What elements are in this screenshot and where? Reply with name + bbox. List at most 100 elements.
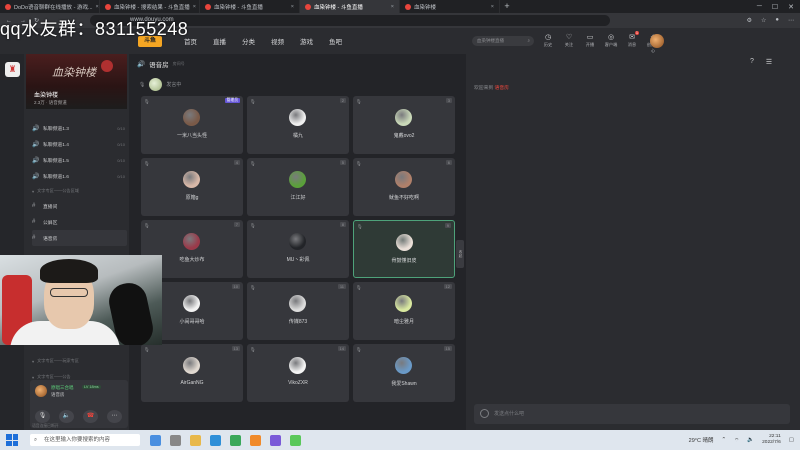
avatar[interactable]: [289, 171, 306, 188]
wechat-icon[interactable]: [290, 434, 301, 446]
avatar[interactable]: [289, 295, 306, 312]
maximize-icon[interactable]: ☐: [772, 3, 778, 11]
avatar[interactable]: [183, 171, 200, 188]
seat-card[interactable]: 🎙 9 骨鼓懂旧皮: [353, 220, 455, 278]
history-button[interactable]: ◷ 历史: [540, 33, 556, 54]
app-icon[interactable]: [170, 434, 181, 446]
avatar[interactable]: [183, 233, 200, 250]
collapse-chat-handle[interactable]: 收起: [456, 240, 464, 268]
new-tab-button[interactable]: +: [500, 0, 514, 13]
browser-tab[interactable]: 血染钟楼 - 搜索结果 - 斗鱼直播 ×: [100, 0, 200, 13]
browser-tab[interactable]: 血染钟楼 ×: [400, 0, 500, 13]
favorites-icon[interactable]: ☆: [761, 17, 766, 24]
channel-item[interactable]: 🔊 私聊频道1.4 0/10: [32, 136, 127, 152]
app-icon[interactable]: [150, 434, 161, 446]
network-icon[interactable]: ⌔: [734, 437, 739, 444]
avatar[interactable]: [395, 171, 412, 188]
channel-item[interactable]: 🔊 私聊频道1.6 0/10: [32, 168, 127, 184]
clock[interactable]: 22:11 2022/7/6: [762, 434, 781, 446]
close-icon[interactable]: ✕: [788, 3, 794, 11]
seat-card[interactable]: 🎙 12 暗尘雅月: [353, 282, 455, 340]
close-icon[interactable]: ×: [391, 4, 394, 10]
nav-category[interactable]: 分类: [242, 36, 255, 46]
seat-card[interactable]: 🎙 13 AirGanNG: [141, 344, 243, 402]
seat-user-name: VikoZXR: [288, 380, 308, 386]
voice-user-panel: 原唱三合唱 LV 18ms 语音房 🎙 🔈 ☎ ⋯: [30, 380, 128, 428]
nav-video[interactable]: 视频: [271, 36, 284, 46]
avatar[interactable]: [183, 109, 200, 126]
seat-card[interactable]: 🎙 管理员 一米八当头怪: [141, 96, 243, 154]
broadcast-button[interactable]: ▭ 开播: [582, 33, 598, 54]
microphone-button[interactable]: 🎙: [35, 410, 50, 423]
nav-games[interactable]: 游戏: [300, 36, 313, 46]
browser-tab[interactable]: DoDo语音聊群在线播放 - 游戏... ×: [0, 0, 100, 13]
nav-live[interactable]: 直播: [213, 36, 226, 46]
browser-tab[interactable]: 血染钟楼 - 斗鱼直播 ×: [200, 0, 300, 13]
close-icon[interactable]: ×: [291, 4, 294, 10]
seat-card[interactable]: 🎙 6 鱿鱼不好吃啊: [353, 158, 455, 216]
menu-icon[interactable]: ⋯: [788, 17, 794, 24]
profile-icon[interactable]: ●: [775, 17, 779, 24]
channel-item[interactable]: 🔊 私聊频道1.3 0/10: [32, 120, 127, 136]
seat-card[interactable]: 🎙 15 我爱Shawn: [353, 344, 455, 402]
seat-card[interactable]: 🎙 5 江江好: [247, 158, 349, 216]
seat-card[interactable]: 🎙 2 橘九: [247, 96, 349, 154]
folder-icon[interactable]: [190, 434, 201, 446]
close-icon[interactable]: ×: [491, 4, 494, 10]
seat-card[interactable]: 🎙 3 鬼戴ovo2: [353, 96, 455, 154]
app-icon[interactable]: [250, 434, 261, 446]
avatar[interactable]: [395, 109, 412, 126]
avatar[interactable]: [396, 234, 413, 251]
app-icon[interactable]: [270, 434, 281, 446]
channel-item[interactable]: 🔊 私聊频道1.5 0/10: [32, 152, 127, 168]
server-logo-icon[interactable]: ♜: [5, 62, 20, 77]
group-label: 文字专区——公告区域: [37, 188, 79, 193]
avatar[interactable]: [183, 295, 200, 312]
avatar[interactable]: [395, 357, 412, 374]
close-icon[interactable]: ×: [96, 4, 99, 10]
seat-card[interactable]: 🎙 14 VikoZXR: [247, 344, 349, 402]
weather-label[interactable]: 29°C 晴朗: [689, 436, 714, 444]
hangup-button[interactable]: ☎: [83, 410, 98, 423]
seat-card[interactable]: 🎙 4 原箱g: [141, 158, 243, 216]
taskbar-search-input[interactable]: ⌕ 在这里输入你要搜索的内容: [30, 434, 140, 446]
avatar[interactable]: [289, 109, 306, 126]
notification-icon[interactable]: ▢: [789, 437, 794, 443]
browser-tab-active[interactable]: 血染钟楼 - 斗鱼直播 ×: [300, 0, 400, 13]
close-icon[interactable]: ×: [193, 4, 196, 10]
nav-yuba[interactable]: 鱼吧: [329, 36, 342, 46]
message-button[interactable]: 1 ✉ 消息: [624, 31, 640, 54]
avatar[interactable]: [149, 78, 163, 91]
speaker-button[interactable]: 🔈: [59, 410, 74, 423]
help-icon[interactable]: ?: [750, 58, 754, 66]
emoji-icon[interactable]: [480, 409, 489, 418]
chevron-down-icon: ▾: [32, 374, 35, 380]
menu-icon[interactable]: ☰: [766, 58, 772, 66]
tab-favicon-icon: [205, 3, 211, 10]
channel-group-header[interactable]: ▾ 文字专区——玩家专区: [32, 354, 79, 368]
channel-item[interactable]: # 直播间: [32, 198, 127, 214]
start-button[interactable]: [6, 434, 18, 446]
avatar[interactable]: [183, 357, 200, 374]
chevron-up-icon[interactable]: ⌃: [721, 437, 726, 443]
channel-item[interactable]: # 公屏区: [32, 214, 127, 230]
search-icon[interactable]: ⌕: [527, 36, 530, 46]
avatar[interactable]: [289, 233, 306, 250]
seat-card[interactable]: 🎙 11 传媒873: [247, 282, 349, 340]
edge-icon[interactable]: [210, 434, 221, 446]
chrome-icon[interactable]: [230, 434, 241, 446]
client-button[interactable]: ◎ 客户端: [603, 33, 619, 54]
seat-card[interactable]: 🎙 8 MU丶彩佩: [247, 220, 349, 278]
user-avatar[interactable]: [650, 34, 664, 48]
extension-icon[interactable]: ⚙: [747, 17, 752, 24]
channel-group-header[interactable]: ▾ 文字专区——公告区域: [32, 184, 127, 198]
more-button[interactable]: ⋯: [107, 410, 122, 423]
avatar[interactable]: [289, 357, 306, 374]
avatar[interactable]: [395, 295, 412, 312]
follow-button[interactable]: ♡ 关注: [561, 33, 577, 54]
site-search-input[interactable]: 血染钟楼直播 ⌕: [472, 36, 534, 46]
chat-input[interactable]: 发送点什么吧: [474, 404, 790, 424]
minimize-icon[interactable]: ─: [757, 3, 762, 10]
volume-icon[interactable]: 🔈: [747, 437, 754, 443]
channel-item-active[interactable]: # 语音房: [32, 230, 127, 246]
